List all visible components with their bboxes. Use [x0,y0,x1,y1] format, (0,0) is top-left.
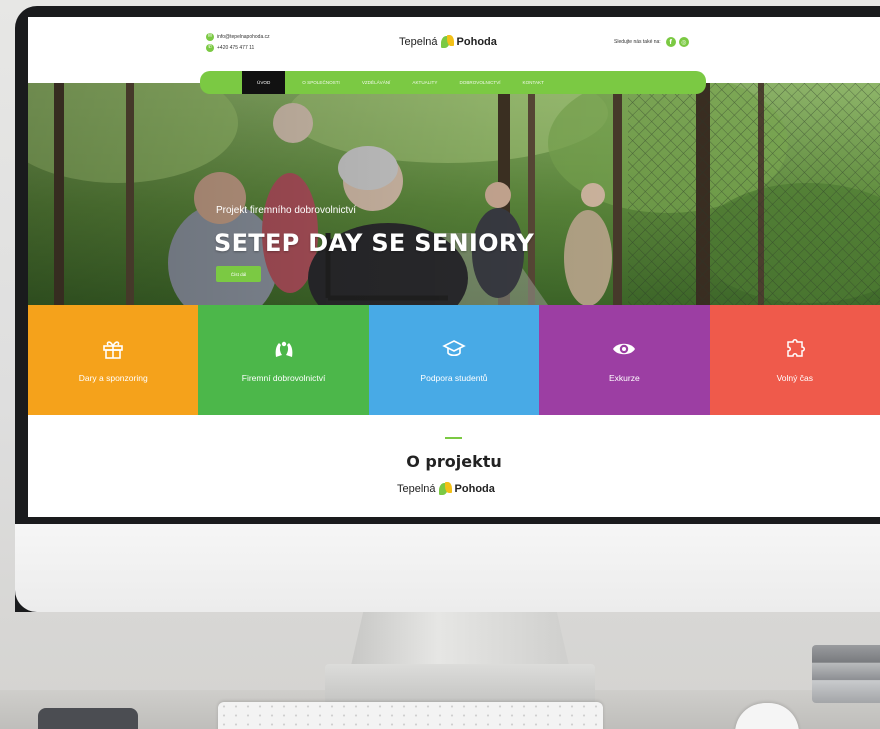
about-title: O projektu [406,452,502,471]
tile-firemni-dobrovolnictvi[interactable]: Firemní dobrovolnictví [198,305,369,415]
site-header: ✉ info@tepelnapohoda.cz ✆ +420 475 477 1… [28,17,880,69]
tile-label: Volný čas [776,373,813,383]
social-links: Sledujte nás také na: f ◎ [614,37,689,47]
puzzle-icon [787,339,805,357]
hero-overlay [28,83,880,305]
hero-title: SETEP DAY SE SENIORY [214,229,535,257]
instagram-icon[interactable]: ◎ [678,37,689,47]
main-nav: Úvod O společnosti Vzdělávání Aktuality … [200,71,706,94]
nav-item-vzdelavani[interactable]: Vzdělávání [351,71,402,94]
about-logo: Tepelná Pohoda [397,481,495,496]
eye-icon [613,343,636,355]
contact-email[interactable]: info@tepelnapohoda.cz [217,34,270,40]
contact-phone[interactable]: +420 475 477 11 [217,45,254,51]
book-stack [812,645,880,703]
website-screen: ✉ info@tepelnapohoda.cz ✆ +420 475 477 1… [28,17,880,517]
nav-item-dobrovolnictvi[interactable]: Dobrovolnictví [448,71,511,94]
nav-item-uvod[interactable]: Úvod [242,71,286,94]
read-more-button[interactable]: Číst dál [216,266,261,282]
logo-text-light: Tepelná [399,35,438,48]
contact-phone-row[interactable]: ✆ +420 475 477 11 [206,42,270,53]
tile-label: Firemní dobrovolnictví [241,373,326,383]
logo-text-light: Tepelná [397,482,436,495]
monitor-stand [350,612,570,670]
tile-label: Dary a sponzoring [78,373,148,383]
monitor-chin [15,524,880,612]
hero-subtitle: Projekt firemního dobrovolnictví [216,205,357,216]
contact-email-row[interactable]: ✉ info@tepelnapohoda.cz [206,31,270,42]
hands-icon [275,341,292,357]
tile-volny-cas[interactable]: Volný čas [709,305,880,415]
tile-exkurze[interactable]: Exkurze [539,305,710,415]
mail-icon: ✉ [206,32,214,41]
gift-icon [103,341,123,359]
tile-label: Podpora studentů [420,373,488,383]
leaf-logo-icon [440,34,455,49]
tile-podpora-studentu[interactable]: Podpora studentů [368,305,540,415]
social-label: Sledujte nás také na: [614,39,661,45]
section-divider [445,437,462,439]
about-section: O projektu Tepelná Pohoda [28,415,880,517]
logo-text-bold: Pohoda [456,35,497,48]
keyboard [218,702,603,729]
phone-icon: ✆ [206,43,214,52]
monitor-stand-base [325,664,595,704]
tile-dary-a-sponzoring[interactable]: Dary a sponzoring [28,305,199,415]
facebook-icon[interactable]: f [665,37,676,47]
category-tiles: Dary a sponzoring Firemní dobrovolnictví… [28,305,880,415]
nav-item-aktuality[interactable]: Aktuality [401,71,448,94]
leaf-logo-icon [438,481,453,496]
hero-banner: Projekt firemního dobrovolnictví SETEP D… [28,83,880,305]
contact-info: ✉ info@tepelnapohoda.cz ✆ +420 475 477 1… [206,31,270,53]
site-logo[interactable]: Tepelná Pohoda [399,34,497,49]
phone [38,708,138,729]
desk-scene: ✉ info@tepelnapohoda.cz ✆ +420 475 477 1… [0,0,880,729]
nav-item-kontakt[interactable]: Kontakt [512,71,555,94]
tile-label: Exkurze [609,373,640,383]
nav-item-o-spolecnosti[interactable]: O společnosti [291,71,351,94]
graduation-cap-icon [442,340,466,357]
logo-text-bold: Pohoda [454,482,495,495]
